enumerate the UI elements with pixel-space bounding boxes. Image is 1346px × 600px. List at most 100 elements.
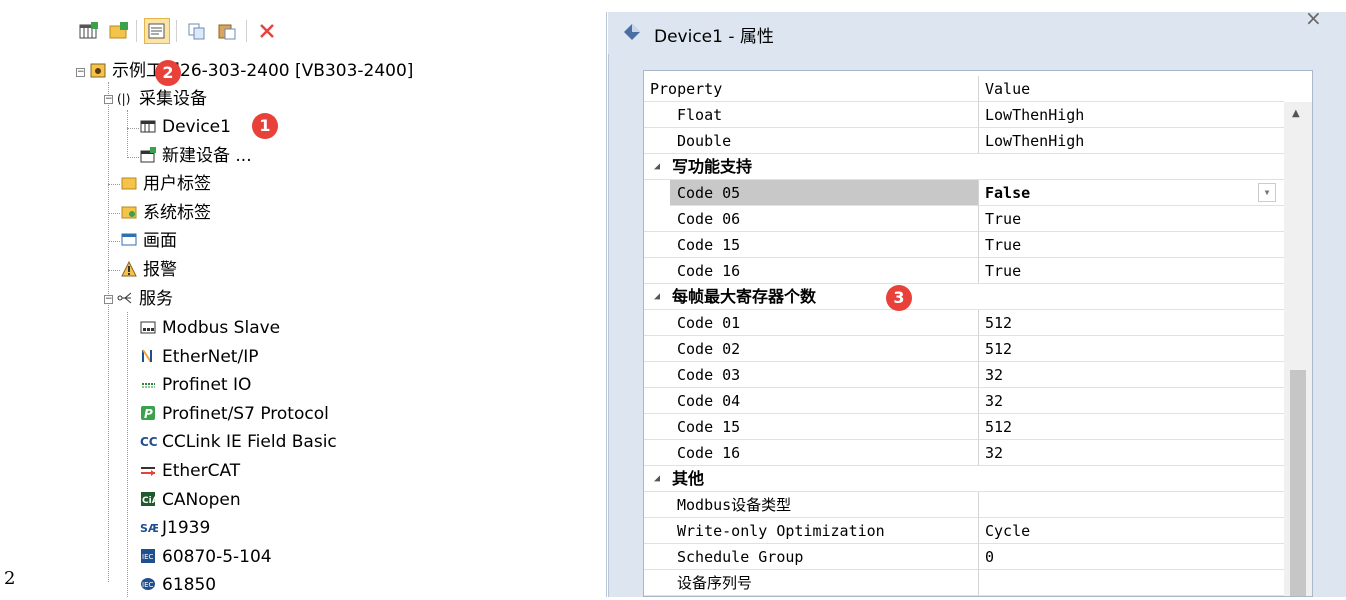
tree-item-system-tags[interactable]: 系统标签 [121,200,211,226]
category-write-support[interactable]: ◢ 写功能支持 [644,154,1284,180]
scroll-up-icon[interactable]: ▲ [1292,108,1300,119]
delete-icon[interactable] [254,18,280,44]
property-value[interactable]: 512 [979,336,1284,362]
property-value[interactable]: Cycle [979,518,1284,544]
tree-item-service[interactable]: EtherCAT [140,458,240,484]
tree-item-service[interactable]: SÆ J1939 [140,515,210,541]
grid-row[interactable]: Code 04 32 [644,388,1284,414]
property-value[interactable]: LowThenHigh [979,128,1284,154]
category-max-registers[interactable]: ◢ 每帧最大寄存器个数 [644,284,1284,310]
grid-row[interactable]: Schedule Group 0 [644,544,1284,570]
svg-text:CiA: CiA [142,496,156,506]
grid-row[interactable]: Code 15 512 [644,414,1284,440]
ethercat-icon [140,460,158,476]
grid-row[interactable]: Code 06 True [644,206,1284,232]
root-collapse-toggle[interactable]: − [76,68,85,77]
paste-icon[interactable] [214,18,240,44]
grid-row-selected[interactable]: Code 05 False ▼ [644,180,1284,206]
property-value[interactable]: True [979,258,1284,284]
close-icon[interactable]: × [1305,6,1322,30]
grid-row[interactable]: Code 02 512 [644,336,1284,362]
tree-item-service[interactable]: Modbus Slave [140,315,280,341]
property-name: Code 16 [644,258,979,284]
property-name: Code 03 [644,362,979,388]
scrollbar-thumb[interactable] [1290,370,1306,596]
tree-label: J1939 [162,518,211,538]
property-column-header[interactable]: Property [644,76,979,102]
folder-add-icon[interactable] [106,18,132,44]
tree-item-service[interactable]: EtherNet/IP [140,344,258,370]
grid-row[interactable]: Float LowThenHigh [644,102,1284,128]
property-value[interactable]: 32 [979,388,1284,414]
collapse-triangle-icon[interactable]: ◢ [654,154,660,180]
property-value[interactable] [979,492,1284,518]
grid-row[interactable]: Double LowThenHigh [644,128,1284,154]
tree-item-collect-devices[interactable]: (|) 采集设备 [117,86,207,112]
tree-item-screens[interactable]: 画面 [121,228,177,254]
property-name: Code 05 [670,180,979,206]
grid-row[interactable]: Write-only Optimization Cycle [644,518,1284,544]
collapse-triangle-icon[interactable]: ◢ [654,466,660,492]
screen-icon [121,230,139,246]
property-value[interactable]: 32 [979,440,1284,466]
canopen-icon: CiA [140,489,159,506]
profinet-io-icon [140,374,158,390]
tree-item-service[interactable]: P Profinet/S7 Protocol [140,401,329,427]
tree-item-services[interactable]: 服务 [117,286,173,312]
property-value[interactable]: 32 [979,362,1284,388]
value-column-header[interactable]: Value [979,76,1284,102]
page-marker: 2 [4,568,16,589]
tree-item-project-root[interactable]: 示例工程26-303-2400 [VB303-2400] [90,58,413,84]
device-icon [140,116,158,133]
svg-text:CC: CC [140,435,158,449]
tree-item-service[interactable]: IEC 60870-5-104 [140,544,272,570]
property-value[interactable]: LowThenHigh [979,102,1284,128]
property-name: Code 15 [644,414,979,440]
property-value[interactable] [979,570,1284,596]
property-value[interactable]: False [979,180,1284,206]
category-label: 其他 [672,469,705,488]
cclink-icon: CC [140,431,158,449]
grid-row[interactable]: Code 15 True [644,232,1284,258]
iec-104-icon: IEC [140,546,158,563]
property-name: Modbus设备类型 [644,492,979,518]
tree-label: 报警 [143,260,177,280]
grid-row[interactable]: Code 03 32 [644,362,1284,388]
grid-row[interactable]: Code 16 True [644,258,1284,284]
services-collapse-toggle[interactable]: − [104,295,113,304]
copy-icon[interactable] [184,18,210,44]
properties-icon[interactable] [144,18,170,44]
tree-label: Modbus Slave [162,318,281,338]
tree-item-device1[interactable]: Device1 [140,114,231,140]
grid-row[interactable]: Modbus设备类型 [644,492,1284,518]
vertical-scrollbar[interactable]: ▲ [1284,102,1312,596]
grid-row[interactable]: Code 16 32 [644,440,1284,466]
profinet-s7-icon: P [140,403,158,421]
modbus-slave-icon [140,317,158,334]
devices-folder-icon: (|) [117,88,135,106]
svg-text:SÆ: SÆ [140,522,158,535]
collapse-triangle-icon[interactable]: ◢ [654,284,660,310]
tree-label: Device1 [162,117,231,137]
tree-item-user-tags[interactable]: 用户标签 [121,171,211,197]
grid-row[interactable]: Code 01 512 [644,310,1284,336]
devices-collapse-toggle[interactable]: − [104,95,113,104]
property-value[interactable]: 512 [979,310,1284,336]
tree-item-alarms[interactable]: 报警 [121,257,177,283]
property-value[interactable]: 0 [979,544,1284,570]
tree-item-service[interactable]: CC CCLink IE Field Basic [140,429,337,455]
tree-item-new-device[interactable]: 新建设备 ... [140,143,252,169]
dropdown-arrow-icon[interactable]: ▼ [1258,183,1276,202]
category-other[interactable]: ◢ 其他 [644,466,1284,492]
tree-item-service[interactable]: CiA CANopen [140,487,241,513]
tree-item-service[interactable]: Profinet IO [140,372,251,398]
ethernet-ip-icon [140,346,158,363]
grid-add-icon[interactable] [76,18,102,44]
property-grid: Property Value Float LowThenHigh Double … [643,70,1313,597]
grid-row[interactable]: 设备序列号 [644,570,1284,596]
property-value[interactable]: True [979,206,1284,232]
property-name: Float [644,102,979,128]
property-value[interactable]: True [979,232,1284,258]
property-value[interactable]: 512 [979,414,1284,440]
tree-item-service[interactable]: IEC 61850 [140,572,216,598]
